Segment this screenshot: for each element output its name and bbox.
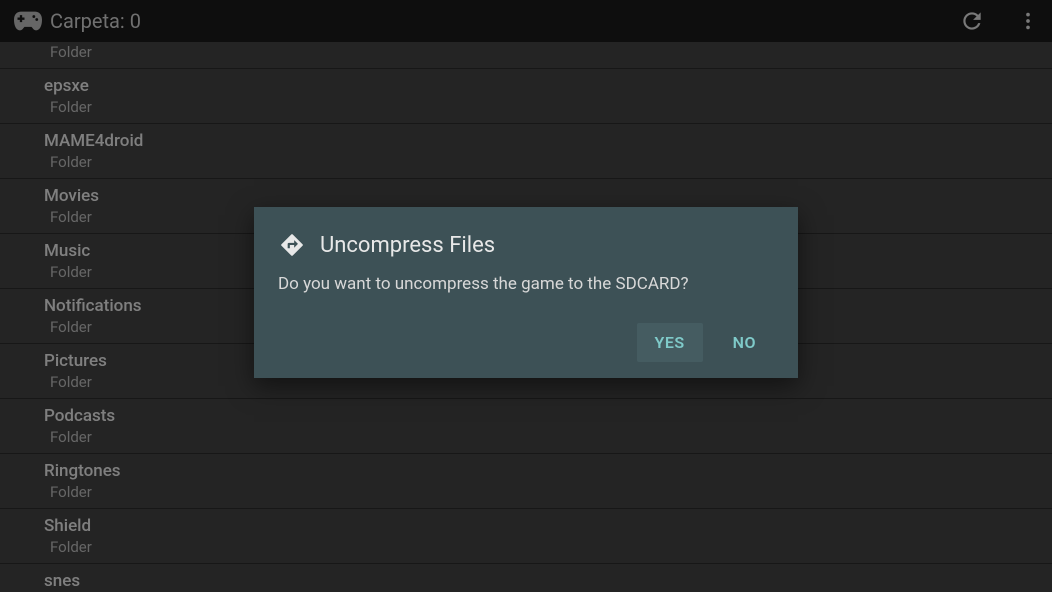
dialog-message: Do you want to uncompress the game to th… (278, 273, 774, 295)
modal-overlay: Uncompress Files Do you want to uncompre… (0, 0, 1052, 592)
yes-button[interactable]: YES (637, 323, 703, 362)
dialog-title: Uncompress Files (320, 233, 495, 258)
no-button[interactable]: NO (715, 323, 774, 362)
dialog-actions: YES NO (278, 323, 774, 370)
directions-icon (278, 231, 306, 259)
uncompress-dialog: Uncompress Files Do you want to uncompre… (254, 207, 798, 378)
dialog-header: Uncompress Files (278, 231, 774, 259)
